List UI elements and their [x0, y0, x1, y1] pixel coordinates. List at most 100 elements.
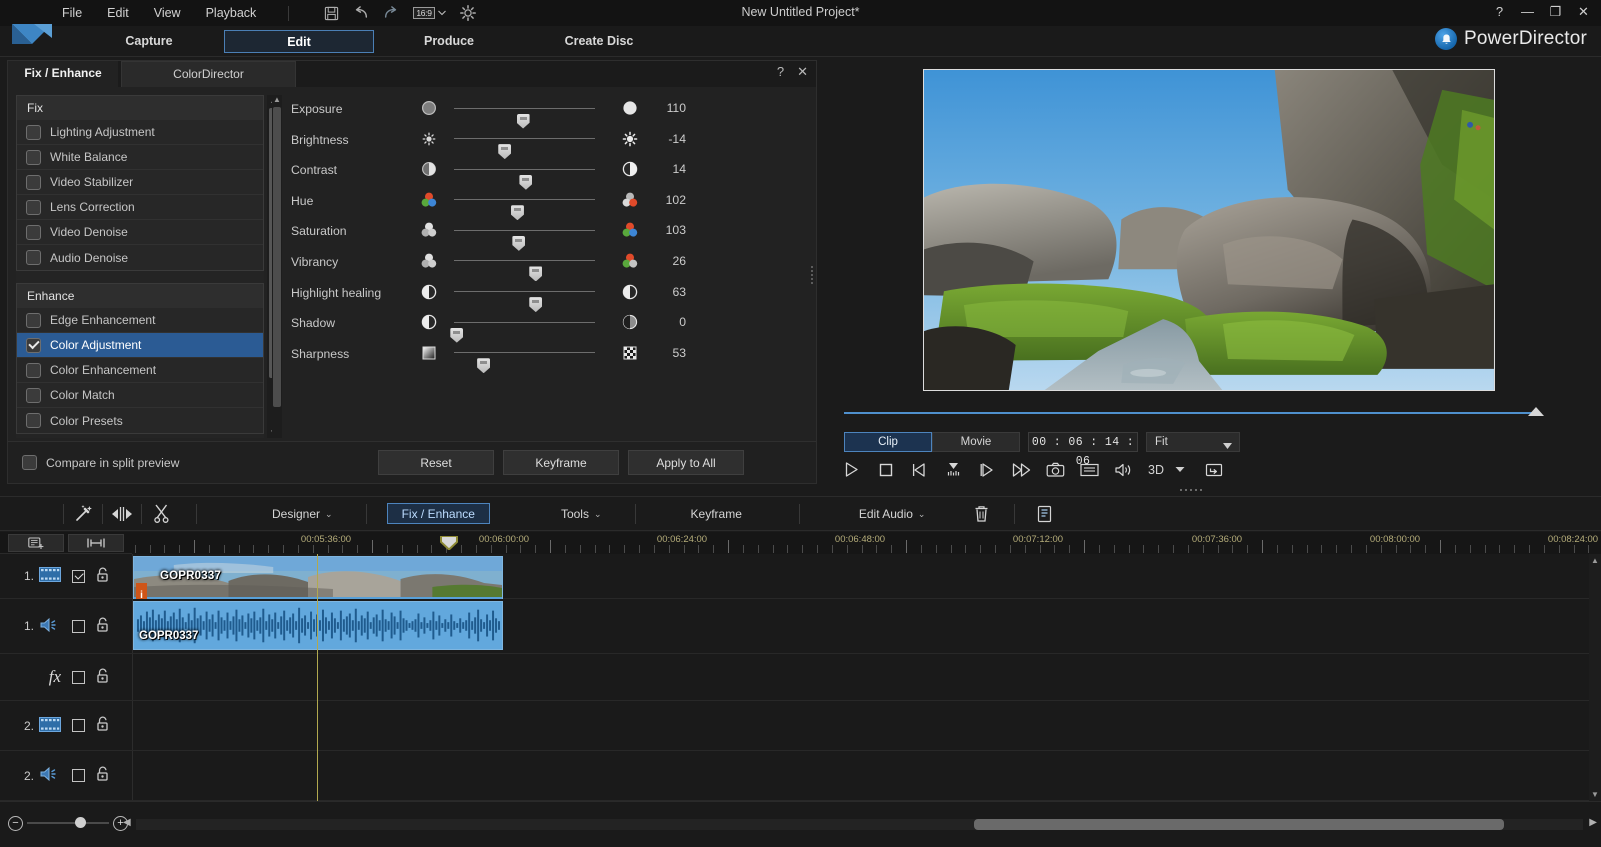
preview-mode-movie[interactable]: Movie — [932, 432, 1020, 452]
zoom-out-button[interactable]: − — [8, 816, 23, 831]
track-enable-checkbox-audio-2[interactable] — [72, 769, 85, 782]
slider-scrollbar[interactable]: ▲ — [272, 95, 282, 438]
reset-button[interactable]: Reset — [378, 450, 494, 475]
scrubber-handle[interactable] — [1528, 407, 1544, 416]
slider-track-highlight-healing[interactable] — [454, 291, 595, 292]
previous-frame-button[interactable] — [910, 460, 929, 479]
preview-mode-clip[interactable]: Clip — [844, 432, 932, 452]
scrubber-track[interactable] — [844, 412, 1536, 414]
timeline-horizontal-scrollbar[interactable] — [136, 819, 1583, 830]
stop-button[interactable] — [876, 460, 895, 479]
unlock-icon-fx[interactable] — [96, 668, 110, 687]
tab-create-disc[interactable]: Create Disc — [524, 30, 674, 53]
track-enable-checkbox-video-1[interactable] — [72, 570, 85, 583]
fx-track-icon[interactable]: fx — [49, 667, 61, 687]
scroll-right-icon[interactable]: ▶ — [1589, 817, 1597, 828]
list-item-edge-enhancement[interactable]: Edge Enhancement — [17, 308, 263, 333]
keyframe-button[interactable]: Keyframe — [503, 450, 619, 475]
scroll-down-icon[interactable]: ▼ — [1589, 790, 1601, 799]
trash-delete-icon[interactable] — [962, 505, 1000, 523]
fade-crossfade-icon[interactable] — [103, 506, 141, 522]
checkbox-compare-split-preview[interactable] — [22, 455, 37, 470]
checkbox-color-match[interactable] — [26, 388, 41, 403]
three-d-dropdown-icon[interactable] — [1171, 460, 1190, 479]
slider-track-contrast[interactable] — [454, 169, 595, 170]
slider-scroll-up-icon[interactable]: ▲ — [273, 95, 281, 104]
timeline-ruler[interactable]: 00:05:36:00 00:06:00:00 00:06:24:00 00:0… — [132, 532, 1601, 554]
restore-button[interactable]: ❐ — [1548, 3, 1563, 21]
list-item-video-stabilizer[interactable]: Video Stabilizer — [17, 170, 263, 195]
three-d-label[interactable]: 3D — [1148, 463, 1164, 477]
slider-track-exposure[interactable] — [454, 108, 595, 109]
checkbox-color-presets[interactable] — [26, 413, 41, 428]
panel-close-button[interactable]: ✕ — [797, 64, 808, 80]
checkbox-edge-enhancement[interactable] — [26, 313, 41, 328]
track-body-video-2[interactable] — [132, 701, 1601, 750]
track-body-fx[interactable] — [132, 654, 1601, 700]
split-scissors-icon[interactable] — [142, 504, 180, 523]
track-body-audio-2[interactable] — [132, 751, 1601, 800]
scroll-up-icon[interactable]: ▲ — [1589, 554, 1601, 565]
unlock-icon-audio-2[interactable] — [96, 766, 110, 785]
audio-track-icon[interactable] — [39, 617, 61, 636]
slider-track-brightness[interactable] — [454, 138, 595, 139]
track-body-video-1[interactable]: i GOPR0337 — [132, 554, 1601, 598]
slider-value-highlight-healing[interactable]: 63 — [652, 285, 686, 299]
list-item-audio-denoise[interactable]: Audio Denoise — [17, 245, 263, 270]
audio-track-icon[interactable] — [39, 766, 61, 785]
toolbar-keyframe-button[interactable]: Keyframe — [680, 503, 753, 524]
close-button[interactable]: ✕ — [1576, 3, 1591, 21]
slider-track-sharpness[interactable] — [454, 352, 595, 353]
slider-value-brightness[interactable]: -14 — [652, 132, 686, 146]
playhead-marker[interactable] — [440, 536, 458, 550]
menu-item-edit[interactable]: Edit — [105, 4, 131, 22]
chapter-list-icon[interactable] — [1080, 460, 1099, 479]
minimize-button[interactable]: — — [1520, 3, 1535, 21]
tab-edit[interactable]: Edit — [224, 30, 374, 53]
checkbox-color-enhancement[interactable] — [26, 363, 41, 378]
timecode-display[interactable]: 00 : 06 : 14 : 06 — [1028, 432, 1138, 452]
freeform-preview-icon[interactable] — [1205, 460, 1224, 479]
list-item-lens-correction[interactable]: Lens Correction — [17, 195, 263, 220]
unlock-icon-audio-1[interactable] — [96, 617, 110, 636]
slider-value-vibrancy[interactable]: 26 — [652, 254, 686, 268]
slider-value-exposure[interactable]: 110 — [652, 101, 686, 115]
video-track-icon[interactable] — [39, 567, 61, 585]
unlock-icon-video-2[interactable] — [96, 716, 110, 735]
checkbox-audio-denoise[interactable] — [26, 250, 41, 265]
track-body-audio-1[interactable]: GOPR0337 — [132, 599, 1601, 653]
toolbar-fix-enhance-button[interactable]: Fix / Enhance — [387, 503, 490, 524]
tab-produce[interactable]: Produce — [374, 30, 524, 53]
track-enable-checkbox-fx[interactable] — [72, 671, 85, 684]
track-manager-button[interactable] — [8, 534, 64, 552]
notes-panel-icon[interactable] — [1025, 505, 1063, 523]
help-button[interactable]: ? — [1492, 3, 1507, 21]
preview-resize-grip[interactable] — [1180, 489, 1202, 491]
playhead-line[interactable] — [317, 554, 318, 801]
list-item-color-enhancement[interactable]: Color Enhancement — [17, 358, 263, 383]
next-frame-button[interactable] — [978, 460, 997, 479]
save-icon[interactable] — [323, 5, 339, 21]
volume-icon[interactable] — [1114, 460, 1133, 479]
toolbar-tools-menu[interactable]: Tools ⌄ — [550, 503, 613, 524]
fast-forward-button[interactable] — [1012, 460, 1031, 479]
slider-track-hue[interactable] — [454, 199, 595, 200]
menu-item-playback[interactable]: Playback — [204, 4, 259, 22]
redo-icon[interactable] — [383, 5, 399, 21]
tab-colordirector[interactable]: ColorDirector — [121, 61, 296, 87]
list-item-lighting-adjustment[interactable]: Lighting Adjustment — [17, 120, 263, 145]
menu-item-file[interactable]: File — [60, 4, 84, 22]
zoom-slider-track[interactable] — [27, 822, 109, 824]
settings-gear-icon[interactable] — [460, 5, 476, 21]
slider-value-sharpness[interactable]: 53 — [652, 346, 686, 360]
magic-wand-icon[interactable] — [64, 504, 102, 523]
menu-item-view[interactable]: View — [152, 4, 183, 22]
slider-value-contrast[interactable]: 14 — [652, 162, 686, 176]
preview-zoom-dropdown[interactable]: Fit — [1146, 432, 1240, 452]
list-item-color-adjustment[interactable]: Color Adjustment — [17, 333, 263, 358]
timeline-clip-audio[interactable]: GOPR0337 — [133, 601, 503, 650]
preview-frame[interactable] — [923, 69, 1495, 391]
track-enable-checkbox-audio-1[interactable] — [72, 620, 85, 633]
slider-value-saturation[interactable]: 103 — [652, 223, 686, 237]
preview-scrubber[interactable] — [844, 408, 1536, 418]
